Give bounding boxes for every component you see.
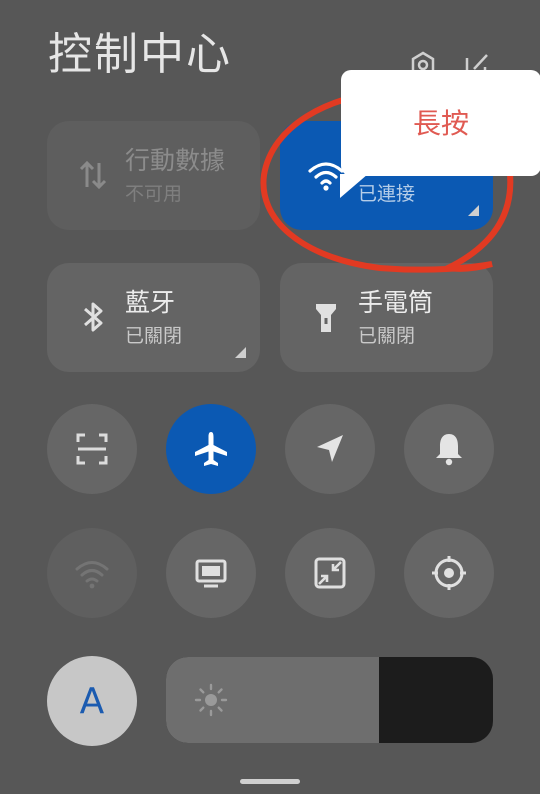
target-icon — [432, 556, 466, 590]
location-toggle[interactable] — [285, 404, 375, 494]
data-arrows-icon — [79, 160, 107, 190]
wifi-hotspot-icon — [75, 561, 109, 589]
tile-name: 手電筒 — [358, 288, 434, 317]
flashlight-icon — [316, 304, 336, 332]
expand-corner-icon[interactable] — [235, 347, 246, 358]
sun-icon — [194, 683, 228, 717]
target-toggle[interactable] — [404, 528, 494, 618]
callout-text: 長按 — [412, 107, 469, 140]
tile-status: 已關閉 — [125, 325, 183, 347]
auto-brightness-button[interactable]: A — [47, 656, 137, 746]
bluetooth-icon — [84, 302, 103, 332]
airplane-icon — [195, 432, 227, 466]
screen-cast-icon — [195, 559, 227, 588]
bell-icon — [436, 434, 462, 466]
location-arrow-icon — [317, 435, 343, 462]
tile-name: 藍牙 — [125, 288, 176, 317]
hotspot-toggle[interactable] — [47, 528, 137, 618]
scanner-toggle[interactable] — [47, 404, 137, 494]
tile-flashlight[interactable]: 手電筒 已關閉 — [280, 263, 493, 372]
home-indicator[interactable] — [240, 779, 300, 784]
resize-toggle[interactable] — [285, 528, 375, 618]
cast-toggle[interactable] — [166, 528, 256, 618]
scan-icon — [76, 433, 108, 465]
shrink-screen-icon — [314, 557, 346, 589]
page-title: 控制中心 — [48, 29, 232, 80]
expand-corner-icon[interactable] — [468, 205, 479, 216]
bell-toggle[interactable] — [404, 404, 494, 494]
tile-mobile-data[interactable]: 行動數據 不可用 — [47, 121, 260, 230]
airplane-toggle[interactable] — [166, 404, 256, 494]
tile-name: 行動數據 — [125, 146, 226, 175]
tile-bluetooth[interactable]: 藍牙 已關閉 — [47, 263, 260, 372]
brightness-slider[interactable] — [166, 657, 493, 743]
tile-status: 已關閉 — [358, 325, 416, 347]
callout-tail — [340, 174, 368, 198]
tile-status: 不可用 — [125, 183, 183, 205]
